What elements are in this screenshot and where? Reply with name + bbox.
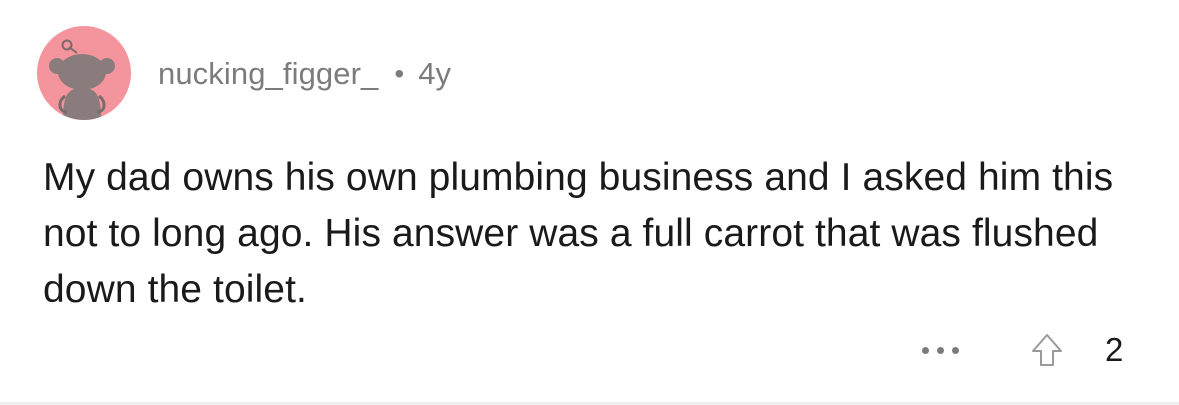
author-username[interactable]: nucking_figger_ <box>158 56 378 92</box>
reddit-snoo-avatar-icon <box>49 39 115 120</box>
more-options-icon <box>922 347 929 354</box>
comment-card: nucking_figger_ • 4y My dad owns his own… <box>0 0 1179 405</box>
comment-body: My dad owns his own plumbing business an… <box>43 156 1114 311</box>
more-options-button[interactable] <box>918 340 964 360</box>
comment-header: nucking_figger_ • 4y <box>158 52 451 96</box>
vote-score: 2 <box>1105 331 1124 368</box>
upvote-button[interactable] <box>1030 332 1064 368</box>
comment-age: 4y <box>418 56 451 91</box>
meta-separator: • <box>394 58 405 89</box>
comment-actions: 2 <box>0 326 1179 374</box>
avatar[interactable] <box>37 26 131 120</box>
more-options-icon <box>952 347 959 354</box>
upvote-arrow-icon <box>1032 334 1062 366</box>
more-options-icon <box>937 347 944 354</box>
